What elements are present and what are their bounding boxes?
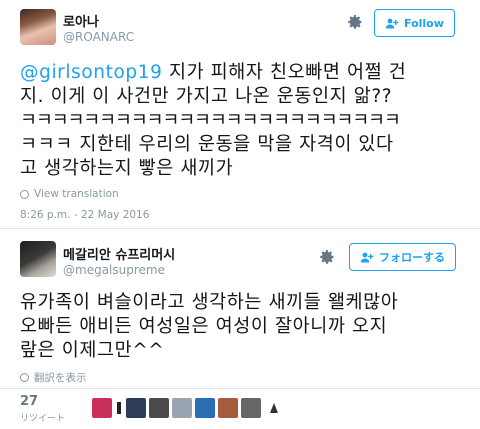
view-translation-link[interactable]: 翻訳を表示 [20,370,87,385]
view-translation-label: 翻訳を表示 [34,372,87,384]
retweeter-avatar[interactable] [149,398,169,418]
retweet-label: リツイート [20,414,66,424]
tweet-text-segment: 지가 피해자 친오빠면 어쩔 건 [162,62,407,83]
tweet-text-line: ㅋㅋㅋㅋㅋㅋㅋㅋㅋㅋㅋㅋㅋㅋㅋㅋㅋㅋㅋㅋㅋㅋㅋㅋ [20,110,401,131]
stats-divider [0,388,480,389]
mention-link[interactable]: @girlsontop19 [20,62,162,83]
avatar-megalsupreme[interactable] [20,241,56,277]
tweet-text: 유가족이 벼슬이라고 생각하는 새끼들 왤케많아 오빠든 애비든 여성일은 여성… [20,291,470,363]
retweeter-avatar[interactable] [92,398,112,418]
display-name[interactable]: 메갈리안 슈프리머시 [63,244,175,263]
retweeter-avatar[interactable] [195,398,215,418]
retweeter-avatar[interactable] [218,398,238,418]
view-translation-label: View translation [34,188,119,200]
retweeter-avatars [92,398,284,418]
retweeter-avatar[interactable] [241,398,261,418]
retweet-count[interactable]: 27 [20,394,38,409]
tweet-text-line: 고 생각하는지 빻은 새끼가 [20,158,234,179]
globe-icon [20,373,29,382]
retweeter-avatar[interactable] [126,398,146,418]
tweet-text: @girlsontop19 지가 피해자 친오빠면 어쩔 건 지. 이게 이 사… [20,61,470,181]
handle[interactable]: @ROANARC [63,30,134,44]
tweet-text-line: 지. 이게 이 사건만 가지고 나온 운동인지 앎?? [20,86,393,107]
retweeter-avatar[interactable] [115,398,123,418]
follow-label: Follow [404,16,444,30]
display-name[interactable]: 로아나 [63,11,99,30]
follow-button[interactable]: Follow [374,9,455,37]
follow-person-plus-icon [360,252,374,262]
tweet-text-line: @girlsontop19 지가 피해자 친오빠면 어쩔 건 [20,61,470,85]
tweet-text-line: ㅋㅋㅋ 지한테 우리의 운동을 막을 자격이 있다 [20,134,394,155]
gear-icon[interactable] [316,246,338,268]
follow-label: フォローする [379,251,445,264]
tweet-divider [0,228,480,229]
timestamp[interactable]: 8:26 p.m. - 22 May 2016 [20,209,149,221]
follow-person-plus-icon [385,18,399,28]
view-translation-link[interactable]: View translation [20,188,119,200]
tweet-text-line: 유가족이 벼슬이라고 생각하는 새끼들 왤케많아 [20,292,399,313]
handle[interactable]: @megalsupreme [63,263,165,277]
globe-icon [20,189,29,199]
avatar-roana[interactable] [20,9,56,45]
tweet-text-line: 랖은 이제그만^^ [20,340,165,361]
retweeter-avatar[interactable] [172,398,192,418]
tweet-text-line: 오빠든 애비든 여성일은 여성이 잘아니까 오지 [20,316,388,337]
follow-button[interactable]: フォローする [349,243,456,271]
retweeter-avatar[interactable] [264,398,284,418]
gear-icon[interactable] [344,11,366,33]
